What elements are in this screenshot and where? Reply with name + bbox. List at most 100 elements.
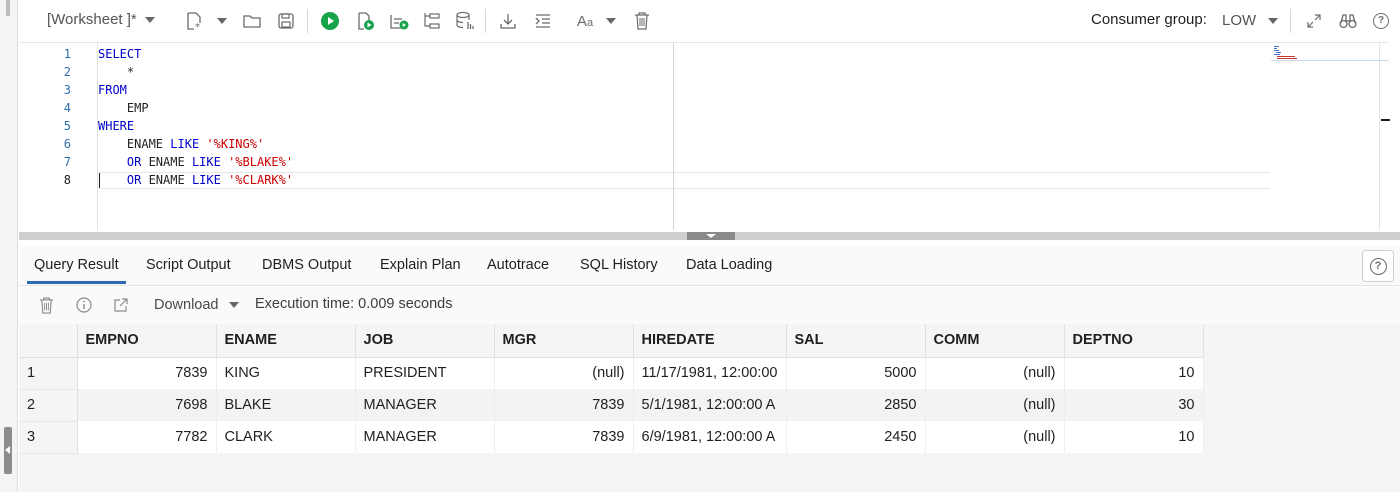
code-line: FROM	[98, 83, 127, 97]
folder-icon	[243, 15, 261, 28]
scrollbar-marker	[1381, 119, 1390, 121]
worksheet-selector-label: [Worksheet ]*	[47, 11, 137, 28]
table-cell[interactable]: 6/9/1981, 12:00:00 A	[633, 421, 787, 453]
table-cell[interactable]: 30	[1064, 389, 1204, 421]
line-number: 5	[63, 119, 71, 133]
info-icon	[76, 297, 92, 313]
format-button[interactable]	[532, 10, 554, 32]
left-panel-strip	[0, 0, 18, 492]
table-cell[interactable]: (null)	[925, 389, 1065, 421]
toolbar-divider	[307, 9, 308, 33]
left-panel-expand-handle[interactable]	[4, 427, 12, 474]
binoculars-icon	[1339, 14, 1357, 29]
table-cell[interactable]: (null)	[925, 421, 1065, 453]
chevron-down-icon	[228, 302, 239, 308]
table-cell[interactable]: 2450	[786, 421, 926, 453]
autotrace-button[interactable]	[421, 10, 443, 32]
code-line: *	[126, 65, 135, 79]
chevron-down-icon[interactable]	[217, 18, 227, 24]
open-button[interactable]	[241, 10, 263, 32]
help-icon: ?	[1369, 257, 1387, 275]
explain-plan-button[interactable]	[388, 10, 410, 32]
table-cell[interactable]: KING	[216, 357, 356, 389]
save-button[interactable]	[275, 10, 297, 32]
editor-scrollbar[interactable]	[1379, 43, 1390, 230]
tab-data-loading[interactable]: Data Loading	[686, 257, 772, 273]
download-button[interactable]	[497, 10, 519, 32]
column-header[interactable]: ENAME	[216, 324, 356, 358]
new-file-icon: *	[187, 12, 201, 31]
editor-minimap[interactable]	[1271, 43, 1389, 61]
table-row[interactable]: 1 7839 KING PRESIDENT (null) 11/17/1981,…	[19, 357, 1204, 390]
table-cell[interactable]: 10	[1064, 357, 1204, 389]
tab-explain-plan[interactable]: Explain Plan	[380, 257, 461, 273]
output-help-button[interactable]: ?	[1362, 250, 1394, 282]
column-header[interactable]: MGR	[494, 324, 634, 358]
column-header[interactable]: HIREDATE	[633, 324, 787, 358]
table-row[interactable]: 3 7782 CLARK MANAGER 7839 6/9/1981, 12:0…	[19, 421, 1204, 454]
new-worksheet-button[interactable]: *	[183, 10, 205, 32]
clear-button[interactable]	[631, 10, 653, 32]
chevron-down-icon[interactable]	[606, 18, 616, 24]
external-link-icon	[114, 298, 128, 312]
table-cell[interactable]: 7782	[77, 421, 217, 453]
table-cell[interactable]: MANAGER	[355, 389, 495, 421]
find-button[interactable]	[1337, 10, 1359, 32]
code-line: SELECT	[98, 47, 142, 61]
clear-output-button[interactable]	[37, 296, 55, 314]
table-cell[interactable]: 7839	[77, 357, 217, 389]
consumer-group-label: Consumer group:	[1091, 11, 1207, 28]
worksheet-selector[interactable]: [Worksheet ]*	[47, 11, 155, 28]
column-header[interactable]: COMM	[925, 324, 1065, 358]
tab-query-result[interactable]: Query Result	[27, 257, 126, 284]
table-cell[interactable]: 2850	[786, 389, 926, 421]
maximize-button[interactable]	[1303, 10, 1325, 32]
font-size-button[interactable]: Aa	[571, 10, 599, 32]
help-button[interactable]: ?	[1370, 10, 1392, 32]
sql-editor[interactable]: 1 2 3 4 5 6 7 8 SELECT * FROM EMP WHERE …	[19, 42, 1390, 230]
header-row: EMPNO ENAME JOB MGR HIREDATE SAL COMM DE…	[19, 324, 1204, 358]
table-cell[interactable]: 5/1/1981, 12:00:00 A	[633, 389, 787, 421]
table-cell[interactable]: (null)	[494, 357, 634, 389]
table-cell[interactable]: (null)	[925, 357, 1065, 389]
download-icon	[500, 14, 516, 29]
database-actions-button[interactable]	[454, 10, 476, 32]
run-script-icon	[358, 12, 374, 30]
open-in-new-window-button[interactable]	[112, 296, 130, 314]
table-cell[interactable]: MANAGER	[355, 421, 495, 453]
download-dropdown[interactable]: Download	[154, 297, 239, 313]
column-header[interactable]: DEPTNO	[1064, 324, 1204, 358]
tree-icon	[424, 13, 440, 29]
table-cell[interactable]: 7698	[77, 389, 217, 421]
table-cell[interactable]: 7839	[494, 389, 634, 421]
row-number: 1	[19, 357, 78, 390]
column-header[interactable]: EMPNO	[77, 324, 217, 358]
left-strip-indicator	[6, 0, 10, 16]
info-button[interactable]	[75, 296, 93, 314]
code-line: EMP	[126, 101, 149, 115]
splitter-collapse-handle[interactable]	[687, 232, 735, 240]
table-cell[interactable]: 10	[1064, 421, 1204, 453]
line-number: 7	[63, 155, 71, 169]
column-header[interactable]: SAL	[786, 324, 926, 358]
explain-plan-icon	[390, 15, 409, 30]
result-grid: EMPNO ENAME JOB MGR HIREDATE SAL COMM DE…	[19, 324, 1400, 492]
table-cell[interactable]: 11/17/1981, 12:00:00	[633, 357, 787, 389]
tab-autotrace[interactable]: Autotrace	[487, 257, 549, 273]
tab-sql-history[interactable]: SQL History	[580, 257, 658, 273]
consumer-group-value: LOW	[1222, 12, 1257, 29]
table-cell[interactable]: PRESIDENT	[355, 357, 495, 389]
run-statement-button[interactable]	[319, 10, 341, 32]
table-row[interactable]: 2 7698 BLAKE MANAGER 7839 5/1/1981, 12:0…	[19, 389, 1204, 422]
consumer-group-select[interactable]: LOW	[1222, 12, 1279, 29]
svg-text:*: *	[195, 22, 200, 31]
table-cell[interactable]: CLARK	[216, 421, 356, 453]
tab-script-output[interactable]: Script Output	[146, 257, 231, 273]
pane-splitter[interactable]	[19, 232, 1400, 240]
table-cell[interactable]: BLAKE	[216, 389, 356, 421]
table-cell[interactable]: 5000	[786, 357, 926, 389]
run-script-button[interactable]	[354, 10, 376, 32]
tab-dbms-output[interactable]: DBMS Output	[262, 257, 351, 273]
column-header[interactable]: JOB	[355, 324, 495, 358]
table-cell[interactable]: 7839	[494, 421, 634, 453]
